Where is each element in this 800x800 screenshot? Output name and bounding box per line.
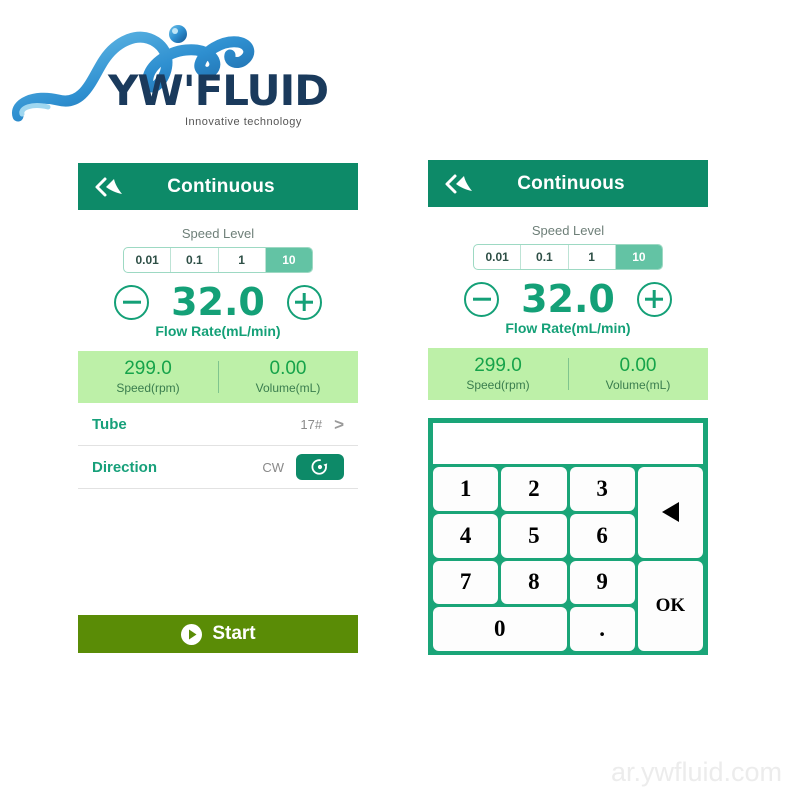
stats-bar-right: 299.0 Speed(rpm) 0.00 Volume(mL) [428, 348, 708, 400]
stat-volume-label-left: Volume(mL) [255, 381, 321, 395]
speed-level-option-1-left[interactable]: 1 [219, 248, 266, 272]
speed-level-label-right: Speed Level [531, 223, 605, 238]
key-ok[interactable]: OK [637, 560, 703, 651]
stat-volume-left: 0.00 Volume(mL) [218, 358, 358, 396]
keypad-grid: 1 2 3 4 5 6 7 8 9 OK 0 . [431, 467, 705, 653]
keypad-display-input[interactable] [433, 423, 703, 464]
device-screen-left: Continuous Speed Level 0.01 0.1 1 10 32.… [78, 163, 358, 653]
backspace-triangle-glyph [661, 502, 679, 523]
speed-level-option-10-left[interactable]: 10 [265, 248, 312, 272]
flow-rate-unit-left: Flow Rate(mL/min) [155, 323, 281, 339]
rotate-clockwise-icon[interactable] [296, 454, 344, 480]
rotate-clockwise-glyph [311, 459, 328, 475]
tube-label: Tube [92, 415, 127, 433]
key-2[interactable]: 2 [501, 467, 567, 511]
speed-level-option-0-01-right[interactable]: 0.01 [474, 245, 522, 269]
start-button[interactable]: Start [78, 615, 358, 653]
stat-speed-left: 299.0 Speed(rpm) [78, 358, 218, 396]
key-5[interactable]: 5 [501, 513, 567, 558]
stat-speed-value-right: 299.0 [474, 355, 522, 376]
start-button-label: Start [212, 623, 256, 644]
stat-speed-label-left: Speed(rpm) [116, 381, 180, 395]
key-9[interactable]: 9 [569, 560, 635, 605]
direction-label: Direction [92, 458, 158, 476]
stat-volume-right: 0.00 Volume(mL) [568, 355, 708, 393]
flow-rate-stepper-left: 32.0 [78, 283, 358, 321]
speed-level-option-0-1-left[interactable]: 0.1 [171, 248, 219, 272]
plus-circle-icon-right[interactable] [636, 281, 672, 317]
stats-divider-right [568, 358, 569, 390]
backspace-arrow-icon[interactable] [637, 467, 703, 558]
flow-rate-value-left[interactable]: 32.0 [171, 283, 265, 321]
play-circle-icon [181, 623, 203, 645]
speed-level-option-0-1-right[interactable]: 0.1 [521, 245, 569, 269]
direction-row[interactable]: Direction CW [78, 446, 358, 489]
key-6[interactable]: 6 [569, 513, 635, 558]
speed-level-option-1-right[interactable]: 1 [569, 245, 616, 269]
logo-tagline: Innovative technology [185, 116, 302, 128]
speed-level-option-10-right[interactable]: 10 [615, 245, 662, 269]
panel-right-header: Continuous [428, 160, 708, 207]
flow-rate-value-right[interactable]: 32.0 [521, 280, 615, 318]
speed-level-option-0-01-left[interactable]: 0.01 [124, 248, 172, 272]
company-logo: YW'FLUID Innovative technology [0, 8, 360, 133]
flow-rate-stepper-right: 32.0 [428, 280, 708, 318]
speed-level-segmented-right[interactable]: 0.01 0.1 1 10 [473, 244, 663, 270]
stats-divider-left [218, 361, 219, 393]
stat-volume-label-right: Volume(mL) [605, 378, 671, 392]
device-screen-right: Continuous Speed Level 0.01 0.1 1 10 32.… [428, 160, 708, 655]
site-watermark: ar.ywfluid.com [610, 757, 782, 787]
minus-circle-icon-left[interactable] [114, 284, 150, 320]
numeric-keypad: 1 2 3 4 5 6 7 8 9 OK 0 . [428, 418, 708, 655]
stat-volume-value-left: 0.00 [269, 358, 307, 379]
flow-rate-unit-right: Flow Rate(mL/min) [505, 320, 631, 336]
key-0[interactable]: 0 [433, 607, 567, 651]
double-chevron-back-icon[interactable] [94, 176, 124, 198]
chevron-right-icon[interactable]: > [334, 416, 344, 433]
key-7[interactable]: 7 [433, 560, 499, 605]
key-1[interactable]: 1 [433, 467, 499, 511]
stat-speed-label-right: Speed(rpm) [466, 378, 530, 392]
tube-value: 17# [300, 416, 323, 432]
minus-circle-icon-right[interactable] [464, 281, 500, 317]
tube-row[interactable]: Tube 17# > [78, 403, 358, 446]
key-decimal-point[interactable]: . [569, 607, 635, 651]
stat-speed-right: 299.0 Speed(rpm) [428, 355, 568, 393]
plus-circle-icon-left[interactable] [286, 284, 322, 320]
panel-left-header: Continuous [78, 163, 358, 210]
key-3[interactable]: 3 [569, 467, 635, 511]
stat-volume-value-right: 0.00 [619, 355, 657, 376]
key-4[interactable]: 4 [433, 513, 499, 558]
key-8[interactable]: 8 [501, 560, 567, 605]
direction-value: CW [262, 459, 284, 475]
speed-level-segmented-left[interactable]: 0.01 0.1 1 10 [123, 247, 313, 273]
double-chevron-back-icon-right[interactable] [444, 173, 474, 195]
logo-wordmark: YW'FLUID [108, 66, 329, 115]
stat-speed-value-left: 299.0 [124, 358, 172, 379]
speed-level-label-left: Speed Level [181, 226, 255, 241]
stats-bar-left: 299.0 Speed(rpm) 0.00 Volume(mL) [78, 351, 358, 403]
